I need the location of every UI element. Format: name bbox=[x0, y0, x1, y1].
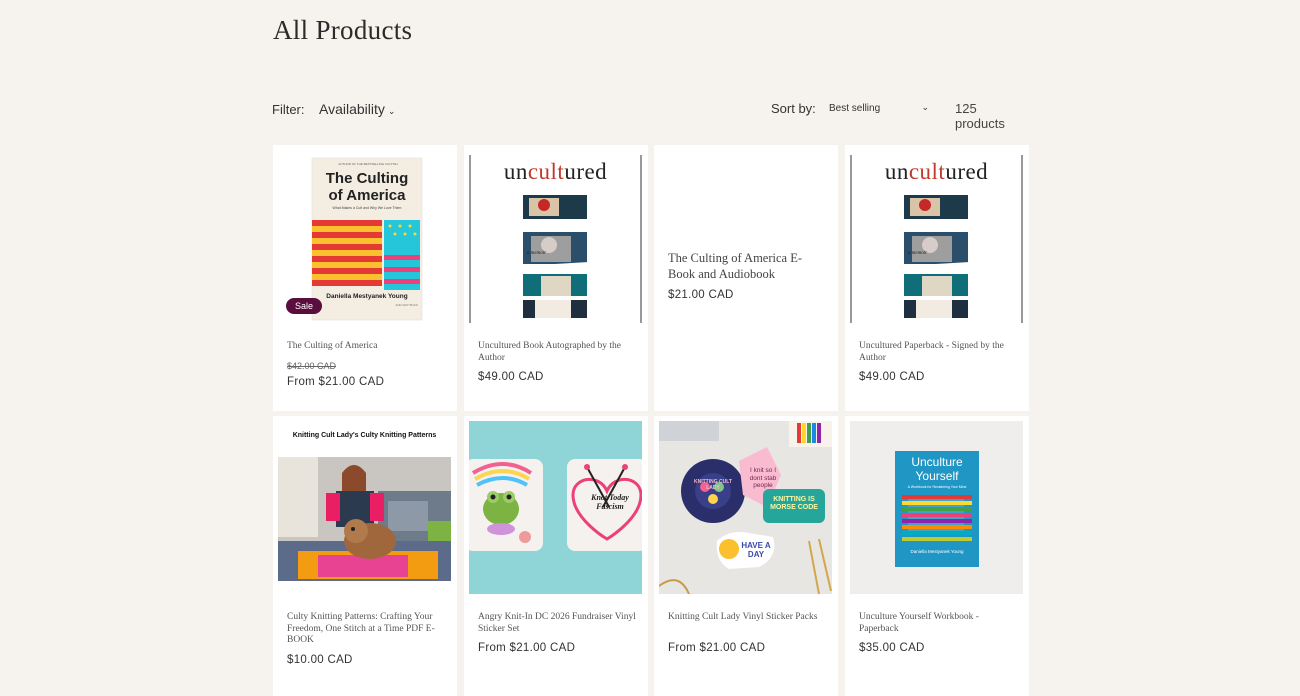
cover-title: uncultured bbox=[469, 159, 642, 185]
product-image[interactable]: uncultured a memoir bbox=[469, 150, 642, 323]
product-count: 125 products bbox=[955, 101, 1005, 131]
product-name[interactable]: Unculture Yourself Workbook - Paperback bbox=[859, 612, 1017, 635]
cover-title-part-b: cult bbox=[908, 159, 946, 184]
cover-title: uncultured bbox=[850, 159, 1023, 185]
product-price: $21.00 CAD bbox=[668, 289, 734, 301]
sticker-have-a-day: HAVE A DAY bbox=[741, 541, 771, 559]
product-card[interactable]: Knot Today Fascism Angry Knit-In DC 2026… bbox=[464, 416, 648, 696]
cover-title-part-a: un bbox=[884, 159, 909, 184]
facets-toolbar: Filter: Availability ⌄ Sort by: Best sell… bbox=[272, 100, 1029, 131]
chevron-down-icon: ⌄ bbox=[921, 102, 929, 112]
cover-coauthor: AND AMY BUCK bbox=[395, 303, 418, 307]
cover-author: Daniella Mestyanek Young bbox=[910, 549, 964, 554]
cover-title-part-a: un bbox=[503, 159, 528, 184]
sticker-text: Knot Today Fascism bbox=[591, 493, 629, 511]
product-card[interactable]: Unculture Yourself A Workbook for Reclai… bbox=[845, 416, 1029, 696]
product-image[interactable]: Unculture Yourself A Workbook for Reclai… bbox=[850, 421, 1023, 594]
availability-label: Availability bbox=[319, 101, 385, 117]
product-image[interactable]: Knitting Cult Lady's Culty Knitting Patt… bbox=[278, 421, 451, 594]
product-price: $35.00 CAD bbox=[859, 642, 925, 654]
product-card[interactable]: KNITTING CULT LADY I knit so I dont stab… bbox=[654, 416, 838, 696]
chevron-down-icon: ⌄ bbox=[387, 106, 396, 116]
product-name[interactable]: Angry Knit-In DC 2026 Fundraiser Vinyl S… bbox=[478, 612, 636, 635]
cover-subtitle: A Workbook for Reclaiming Your Mind bbox=[907, 485, 967, 489]
product-image[interactable]: KNITTING CULT LADY I knit so I dont stab… bbox=[659, 421, 832, 594]
cover-title-line1: Unculture bbox=[911, 455, 963, 469]
product-price: From $21.00 CAD bbox=[287, 376, 385, 388]
product-card[interactable]: AUTHOR OF THE BESTSELLING CULTISH The Cu… bbox=[273, 145, 457, 411]
sale-badge: Sale bbox=[286, 298, 323, 314]
cover-author: Daniella Mestyanek Young bbox=[326, 293, 408, 300]
product-card[interactable]: uncultured a memoir Uncultured Paperback… bbox=[845, 145, 1029, 411]
sticker-knit-so: I knit so I dont stab people bbox=[749, 467, 777, 489]
compare-price: $42.00 CAD bbox=[287, 361, 337, 371]
sort-value: Best selling bbox=[829, 103, 881, 114]
product-card[interactable]: The Culting of America E-Book and Audiob… bbox=[654, 145, 838, 411]
product-price: From $21.00 CAD bbox=[478, 642, 576, 654]
product-name[interactable]: The Culting of America bbox=[287, 341, 445, 353]
product-price: From $21.00 CAD bbox=[668, 642, 766, 654]
filter-label: Filter: bbox=[272, 102, 305, 117]
product-name[interactable]: Uncultured Book Autographed by the Autho… bbox=[478, 341, 636, 364]
product-card[interactable]: Knitting Cult Lady's Culty Knitting Patt… bbox=[273, 416, 457, 696]
product-name[interactable]: Culty Knitting Patterns: Crafting Your F… bbox=[287, 612, 445, 647]
sort-label: Sort by: bbox=[771, 101, 816, 116]
product-name[interactable]: Knitting Cult Lady Vinyl Sticker Packs bbox=[668, 612, 826, 624]
product-image[interactable]: Knot Today Fascism bbox=[469, 421, 642, 594]
product-price: $49.00 CAD bbox=[478, 371, 544, 383]
availability-filter-button[interactable]: Availability ⌄ bbox=[319, 101, 395, 117]
page-title: All Products bbox=[273, 15, 413, 45]
cover-title-line2: Yourself bbox=[915, 469, 959, 483]
cover-title-part-c: ured bbox=[945, 159, 989, 184]
cover-tagline: a memoir bbox=[908, 251, 928, 256]
cover-title-line1: The Culting bbox=[325, 170, 409, 187]
cover-title-line2: of America bbox=[328, 187, 406, 204]
cover-title-part-b: cult bbox=[527, 159, 565, 184]
product-name[interactable]: Uncultured Paperback - Signed by the Aut… bbox=[859, 341, 1017, 364]
cover-tagline: a memoir bbox=[527, 251, 547, 256]
product-card[interactable]: uncultured a memoir Uncultured Book Auto… bbox=[464, 145, 648, 411]
product-price: $49.00 CAD bbox=[859, 371, 925, 383]
cover-title-part-c: ured bbox=[564, 159, 608, 184]
cover-kicker: AUTHOR OF THE BESTSELLING CULTISH bbox=[338, 162, 398, 166]
product-price: $10.00 CAD bbox=[287, 654, 353, 666]
sticker-morse-code: KNITTING IS MORSE CODE bbox=[770, 496, 818, 511]
product-image[interactable]: uncultured a memoir bbox=[850, 150, 1023, 323]
cover-header: Knitting Cult Lady's Culty Knitting Patt… bbox=[292, 432, 437, 439]
product-name[interactable]: The Culting of America E-Book and Audiob… bbox=[668, 250, 828, 282]
sort-select[interactable]: Best selling ⌄ bbox=[829, 102, 929, 114]
cover-subtitle: What Makes a Cult and Why We Love Them bbox=[332, 206, 402, 210]
sticker-knitting-cult-lady: KNITTING CULT LADY bbox=[694, 479, 732, 491]
